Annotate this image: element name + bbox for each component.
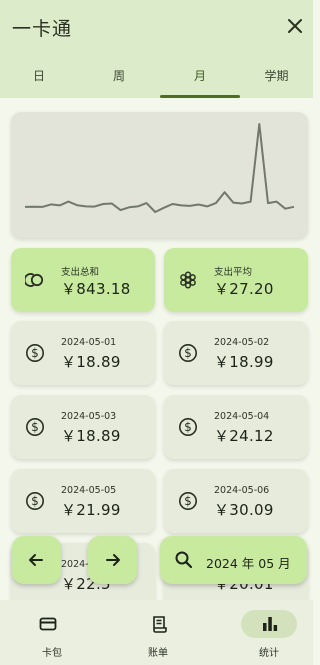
dollar-coin-icon: $ [26, 492, 44, 510]
dollar-coin-icon: $ [26, 344, 44, 362]
svg-text:$: $ [31, 420, 39, 434]
day-value: ￥30.09 [214, 501, 274, 519]
day-value: ￥24.12 [214, 427, 274, 445]
line-chart-svg [24, 123, 295, 213]
day-card-0501[interactable]: $ 2024-05-01 ￥18.89 [11, 321, 155, 385]
hexagons-icon [180, 271, 196, 289]
svg-text:$: $ [184, 494, 192, 508]
svg-text:$: $ [184, 346, 192, 360]
card-icon [39, 617, 57, 631]
search-icon [175, 551, 193, 569]
arrow-left-icon [29, 554, 43, 566]
nav-label: 账单 [148, 648, 168, 659]
bottom-nav: 卡包 账单 统计 [0, 600, 313, 665]
day-date: 2024-05-02 [214, 337, 270, 348]
day-value: ￥18.89 [61, 353, 121, 371]
day-card-0502[interactable]: $ 2024-05-02 ￥18.99 [164, 321, 308, 385]
day-date: 2024-05-04 [214, 411, 270, 422]
svg-text:$: $ [184, 420, 192, 434]
average-value: ￥27.20 [214, 280, 274, 298]
svg-text:$: $ [31, 494, 39, 508]
active-tab-indicator [160, 95, 240, 98]
dollar-coin-icon: $ [179, 344, 197, 362]
receipt-icon [153, 616, 167, 633]
bar-chart-icon [263, 617, 278, 631]
nav-item-card-wallet[interactable]: 卡包 [0, 600, 104, 665]
tab-semester[interactable]: 学期 [240, 58, 313, 98]
tab-week[interactable]: 周 [80, 58, 158, 98]
nav-label: 卡包 [42, 648, 62, 659]
dollar-coin-icon: $ [179, 492, 197, 510]
close-icon[interactable] [285, 16, 305, 36]
nav-item-statistics[interactable]: 统计 [217, 600, 320, 665]
total-label: 支出总和 [61, 267, 100, 278]
arrow-right-icon [106, 554, 120, 566]
day-date: 2024-05-06 [214, 485, 270, 496]
average-spending-card[interactable]: 支出平均 ￥27.20 [164, 248, 308, 312]
day-card-0503[interactable]: $ 2024-05-03 ￥18.89 [11, 395, 155, 459]
dollar-coin-icon: $ [179, 418, 197, 436]
dollar-coin-icon: $ [26, 418, 44, 436]
next-month-button[interactable] [88, 536, 137, 584]
page-title: 一卡通 [12, 18, 73, 40]
chart-series-line [24, 123, 295, 213]
day-date: 2024-05-01 [61, 337, 117, 348]
day-value: ￥21.99 [61, 501, 121, 519]
nav-item-bills[interactable]: 账单 [106, 600, 210, 665]
prev-month-button[interactable] [12, 536, 61, 584]
app-header: 一卡通 日 周 月 学期 [0, 0, 313, 98]
tab-day[interactable]: 日 [0, 58, 78, 98]
total-value: ￥843.18 [61, 280, 131, 298]
month-picker-button[interactable]: 2024 年 05 月 [160, 536, 307, 584]
svg-text:$: $ [31, 346, 39, 360]
average-label: 支出平均 [214, 267, 253, 278]
tab-month[interactable]: 月 [160, 58, 240, 98]
day-card-0505[interactable]: $ 2024-05-05 ￥21.99 [11, 469, 155, 533]
period-tabs: 日 周 月 学期 [0, 58, 313, 98]
day-card-0504[interactable]: $ 2024-05-04 ￥24.12 [164, 395, 308, 459]
day-value: ￥18.89 [61, 427, 121, 445]
coins-icon [25, 273, 44, 287]
day-date: 2024-05-03 [61, 411, 117, 422]
day-card-0506[interactable]: $ 2024-05-06 ￥30.09 [164, 469, 308, 533]
day-value: ￥18.99 [214, 353, 274, 371]
day-date: 2024-05-05 [61, 485, 117, 496]
spending-chart [11, 112, 308, 238]
month-label: 2024 年 05 月 [206, 556, 291, 571]
nav-label: 统计 [259, 648, 279, 659]
total-spending-card[interactable]: 支出总和 ￥843.18 [11, 248, 155, 312]
